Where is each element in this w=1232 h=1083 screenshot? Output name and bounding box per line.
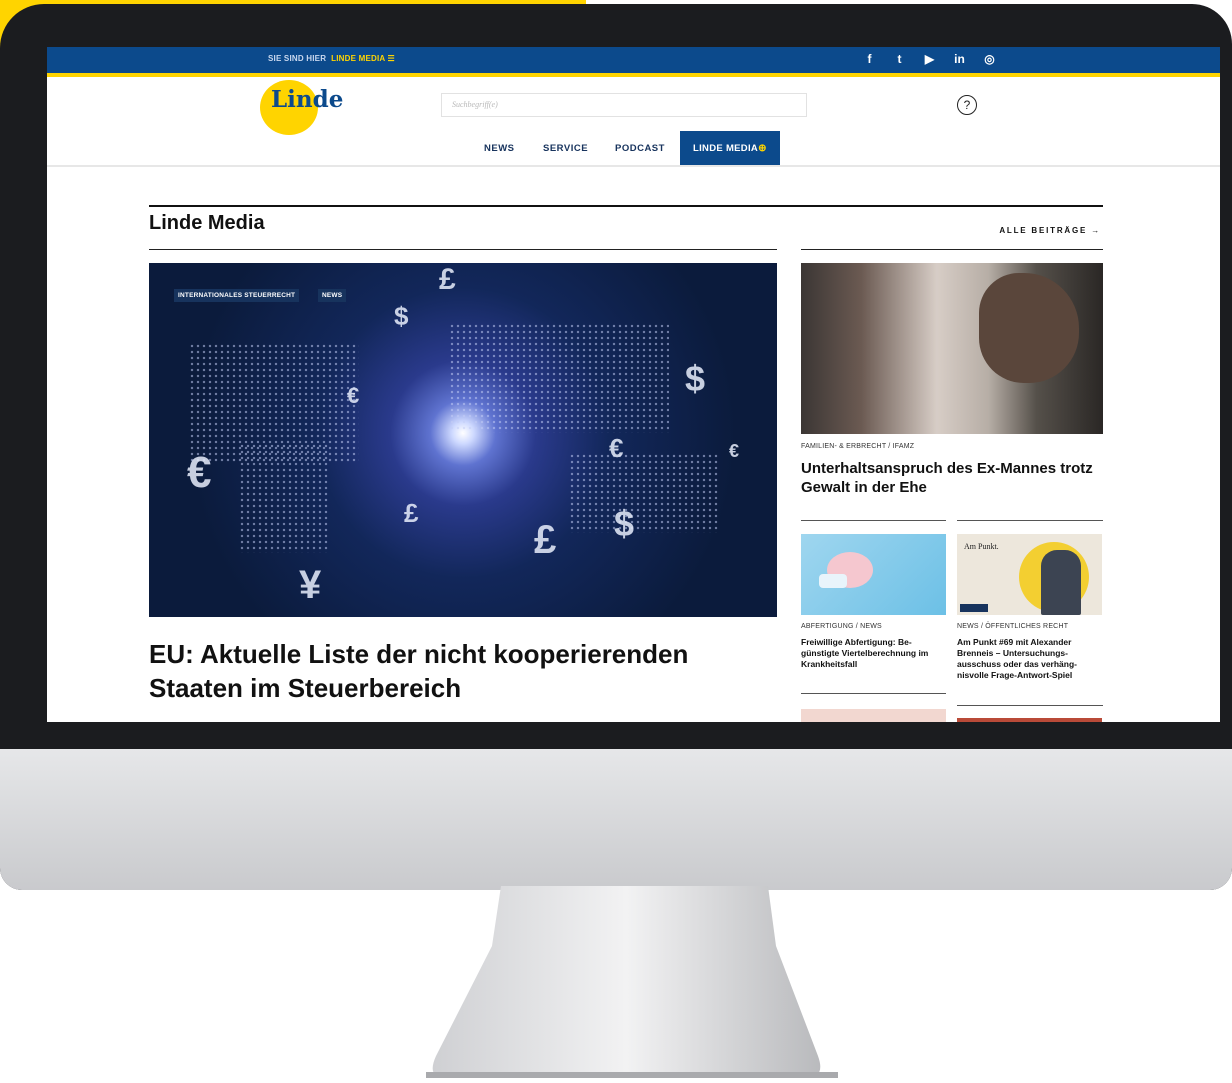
youtube-icon[interactable]: ▶: [923, 51, 936, 67]
side-article-category[interactable]: FAMILIEN- & ERBRECHT / IFAMZ: [801, 443, 914, 450]
linkedin-icon[interactable]: in: [953, 51, 966, 67]
dollar-symbol: $: [685, 358, 706, 399]
small-article-title[interactable]: Am Punkt #69 mit Alexander Brenneis – Un…: [957, 637, 1102, 681]
dollar-symbol: $: [614, 503, 635, 544]
side-article-title[interactable]: Unterhaltsanspruch des Ex-Mannes trotz G…: [801, 459, 1103, 497]
twitter-icon[interactable]: t: [893, 51, 906, 67]
pound-symbol: £: [534, 518, 557, 562]
divider: [801, 520, 946, 521]
yen-symbol: ¥: [299, 563, 322, 607]
feature-image[interactable]: INTERNATIONALES STEUERRECHT NEWS € ¥ £ £…: [149, 263, 777, 617]
divider: [149, 249, 777, 250]
social-links: f t ▶ in ◎: [863, 51, 996, 67]
speaker-photo: [1041, 550, 1081, 615]
divider: [957, 705, 1103, 706]
side-article-image[interactable]: [801, 263, 1103, 434]
nav-item-linde-media[interactable]: LINDE MEDIA⊕: [680, 131, 780, 165]
browser-screen: SIE SIND HIER LINDE MEDIA ☰ f t ▶ in ◎ Li…: [47, 47, 1220, 722]
search-input[interactable]: Suchbegriff(e): [441, 93, 807, 117]
monitor-frame: SIE SIND HIER LINDE MEDIA ☰ f t ▶ in ◎ Li…: [0, 4, 1232, 890]
feature-tag[interactable]: NEWS: [318, 289, 347, 302]
logo-text: Linde: [271, 86, 344, 113]
small-article-image[interactable]: [957, 718, 1102, 722]
divider: [957, 520, 1103, 521]
small-article-category[interactable]: NEWS / ÖFFENTLICHES RECHT: [957, 623, 1068, 630]
euro-symbol: €: [609, 433, 624, 463]
nav-item-service[interactable]: SERVICE: [543, 143, 588, 154]
help-icon[interactable]: ?: [957, 95, 977, 115]
euro-symbol: €: [729, 441, 740, 461]
pound-symbol: £: [439, 263, 456, 296]
fist-shape: [979, 273, 1079, 383]
instagram-icon[interactable]: ◎: [983, 51, 996, 67]
plus-circle-icon: ⊕: [758, 143, 767, 154]
small-article-image[interactable]: [801, 534, 946, 615]
breadcrumb: SIE SIND HIER LINDE MEDIA ☰: [268, 54, 395, 63]
small-article-category[interactable]: ABFERTIGUNG / NEWS: [801, 623, 882, 630]
euro-symbol: €: [347, 383, 360, 408]
map-dots: [239, 443, 329, 553]
map-dots: [569, 453, 719, 533]
monitor-chin: [0, 749, 1232, 890]
feature-tag[interactable]: INTERNATIONALES STEUERRECHT: [174, 289, 300, 302]
small-article-image[interactable]: [801, 709, 946, 722]
breadcrumb-prefix: SIE SIND HIER: [268, 54, 327, 63]
facebook-icon[interactable]: f: [863, 51, 876, 67]
top-bar: SIE SIND HIER LINDE MEDIA ☰ f t ▶ in ◎: [47, 47, 1220, 77]
all-posts-link[interactable]: ALLE BEITRÄGE →: [999, 226, 1101, 235]
nav-item-podcast[interactable]: PODCAST: [615, 143, 665, 154]
nav-active-label: LINDE MEDIA: [693, 143, 759, 154]
site-logo[interactable]: Linde: [260, 80, 343, 135]
thumb-badge: [960, 604, 988, 612]
dollar-symbol: $: [394, 301, 409, 331]
small-article-image[interactable]: Am Punkt.: [957, 534, 1102, 615]
small-article-title[interactable]: Freiwillige Abfertigung: Be­günstigte Vi…: [801, 637, 946, 670]
divider: [801, 693, 946, 694]
divider: [801, 249, 1103, 250]
nav-item-news[interactable]: NEWS: [484, 143, 515, 154]
section-title: Linde Media: [149, 212, 265, 234]
monitor-stand: [426, 886, 838, 1078]
euro-symbol: €: [187, 448, 212, 497]
breadcrumb-current[interactable]: LINDE MEDIA ☰: [331, 54, 395, 63]
thumb-text: Am Punkt.: [964, 542, 999, 551]
map-dots: [449, 323, 669, 433]
section-heading: Linde Media ALLE BEITRÄGE →: [149, 205, 1103, 252]
mask-shape: [819, 574, 847, 588]
feature-title[interactable]: EU: Aktuelle Liste der nicht kooperieren…: [149, 637, 777, 705]
pound-symbol: £: [404, 498, 419, 528]
main-nav: NEWS SERVICE PODCAST LINDE MEDIA⊕: [47, 131, 1220, 167]
